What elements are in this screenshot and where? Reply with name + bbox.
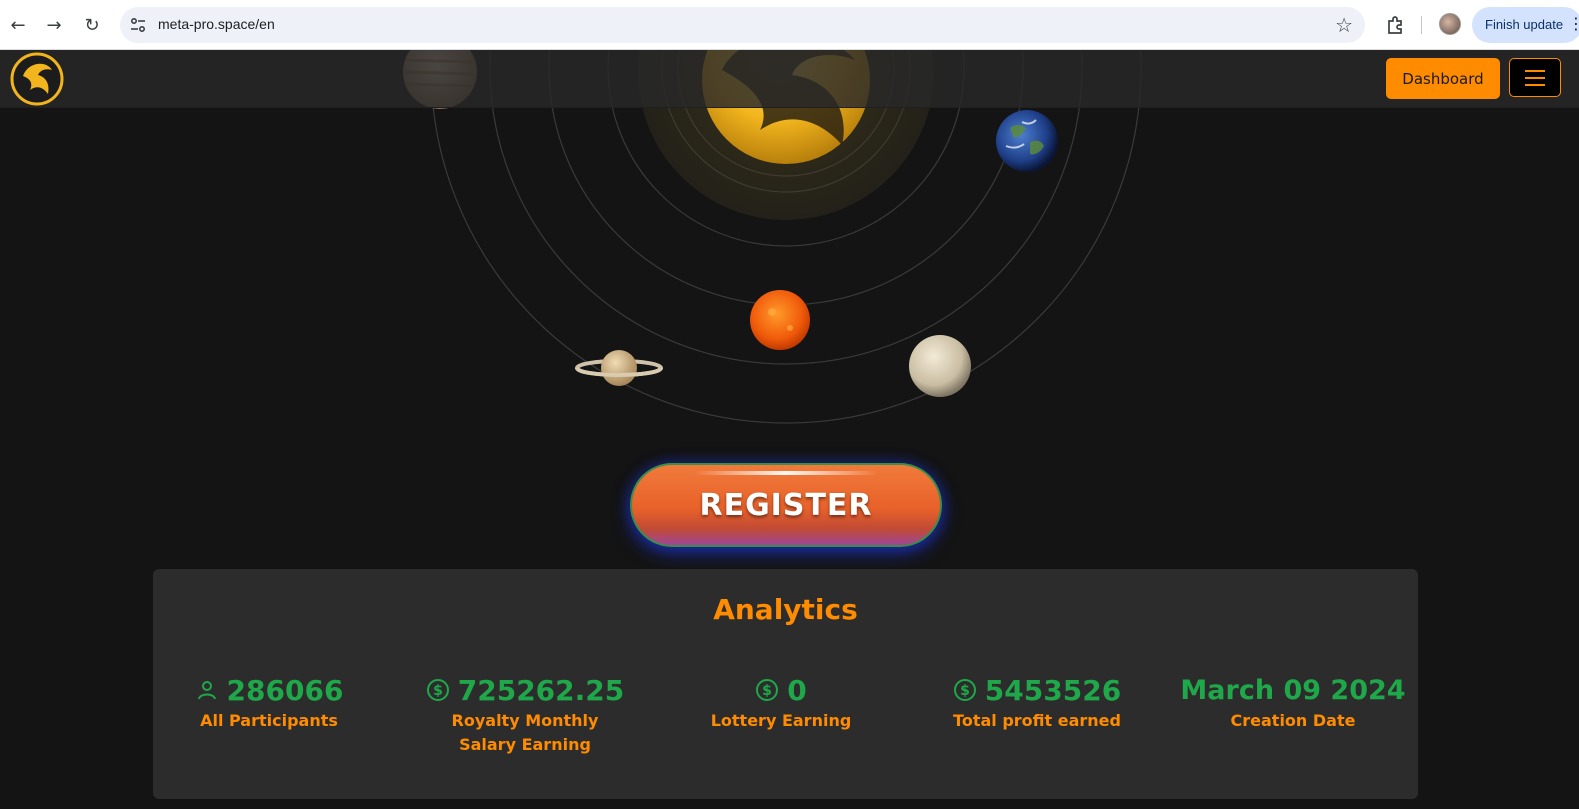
menu-bar <box>1525 83 1545 86</box>
stat-label: Creation Date <box>1230 711 1356 730</box>
address-bar[interactable]: meta-pro.space/en ☆ <box>120 7 1365 43</box>
dollar-icon: $ <box>756 679 779 701</box>
stat-lottery-earning: $ 0 Lottery Earning <box>661 671 901 733</box>
saturn-planet <box>575 350 663 386</box>
stat-label: Total profit earned <box>953 711 1121 730</box>
svg-text:$: $ <box>433 683 443 699</box>
more-menu-icon[interactable]: ⋮ <box>1568 14 1579 33</box>
profile-avatar[interactable] <box>1439 13 1461 35</box>
analytics-panel: Analytics 286066 All Participants $ 7252… <box>153 569 1418 799</box>
register-button-highlight <box>694 471 878 475</box>
stat-value: 725262.25 <box>457 673 625 707</box>
toolbar-divider <box>1421 16 1422 34</box>
earth-planet <box>996 110 1058 172</box>
dollar-icon: $ <box>426 679 449 701</box>
url-text[interactable]: meta-pro.space/en <box>158 16 275 32</box>
dollar-icon: $ <box>953 679 976 701</box>
venus-planet <box>909 335 971 397</box>
site-info-icon[interactable] <box>128 15 148 35</box>
dashboard-button[interactable]: Dashboard <box>1386 58 1500 99</box>
back-arrow-icon[interactable]: ← <box>5 12 31 38</box>
svg-text:$: $ <box>762 683 772 699</box>
stat-all-participants: 286066 All Participants <box>149 671 389 733</box>
stat-value: March 09 2024 <box>1180 674 1406 706</box>
browser-toolbar: ← → ↻ meta-pro.space/en ☆ Finish update … <box>0 0 1579 50</box>
menu-bar <box>1525 76 1545 79</box>
extensions-icon[interactable] <box>1384 13 1408 37</box>
register-button[interactable]: REGISTER <box>630 463 942 547</box>
analytics-title: Analytics <box>713 593 858 626</box>
stat-value: 286066 <box>226 673 344 707</box>
stat-value: 0 <box>787 673 807 707</box>
sun-planet <box>750 290 810 350</box>
reload-icon[interactable]: ↻ <box>79 12 105 38</box>
svg-text:$: $ <box>960 683 970 699</box>
stat-label: Lottery Earning <box>710 711 852 730</box>
stat-total-profit: $ 5453526 Total profit earned <box>917 671 1157 733</box>
register-button-wrapper: REGISTER <box>630 463 942 547</box>
hamburger-menu-button[interactable] <box>1509 58 1561 97</box>
website-viewport: Dashboard REGISTER Analytics 286066 All … <box>0 50 1579 809</box>
stat-royalty-salary: $ 725262.25 Royalty Monthly Salary Earni… <box>405 671 645 757</box>
stat-creation-date: March 09 2024 Creation Date <box>1173 671 1413 733</box>
bookmark-star-icon[interactable]: ☆ <box>1335 13 1353 37</box>
forward-arrow-icon[interactable]: → <box>41 12 67 38</box>
site-header: Dashboard <box>0 50 1579 108</box>
site-logo[interactable] <box>10 52 64 106</box>
stat-label: All Participants <box>200 711 338 730</box>
stat-value: 5453526 <box>984 673 1122 707</box>
user-icon <box>197 681 216 700</box>
finish-update-button[interactable]: Finish update <box>1472 7 1579 43</box>
menu-bar <box>1525 69 1545 72</box>
stat-label: Royalty Monthly Salary Earning <box>451 711 599 754</box>
